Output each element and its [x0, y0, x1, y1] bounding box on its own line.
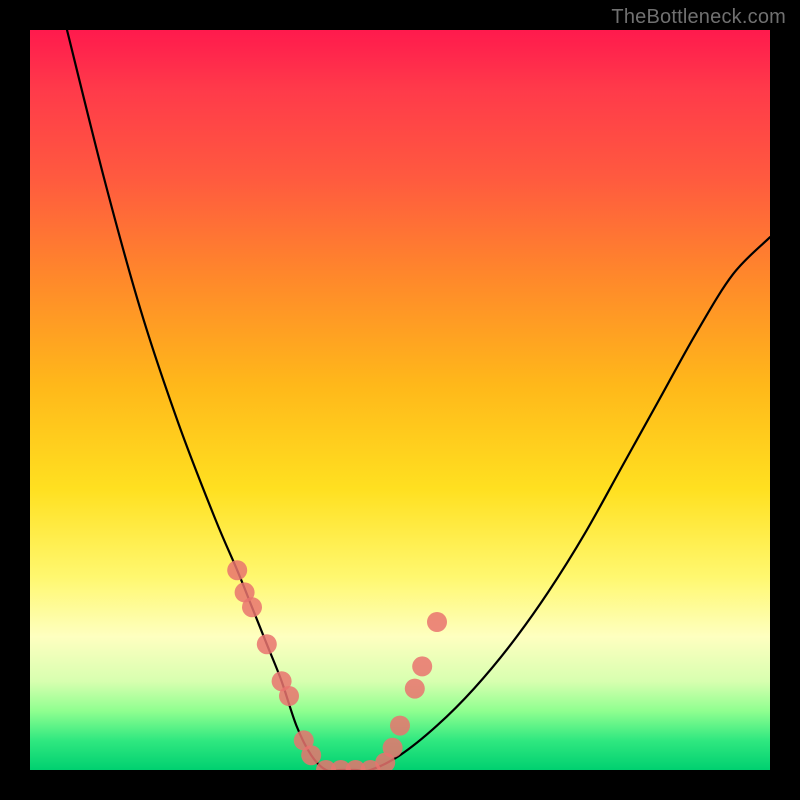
marker-dot — [279, 686, 299, 706]
marker-dot — [412, 656, 432, 676]
marker-dot — [383, 738, 403, 758]
watermark-text: TheBottleneck.com — [611, 6, 786, 29]
chart-svg — [30, 30, 770, 770]
marker-dot — [257, 634, 277, 654]
marker-dot — [405, 679, 425, 699]
chart-plot-area — [30, 30, 770, 770]
marker-dot — [427, 612, 447, 632]
highlight-markers — [227, 560, 447, 770]
marker-dot — [390, 716, 410, 736]
marker-dot — [301, 745, 321, 765]
marker-dot — [227, 560, 247, 580]
marker-dot — [242, 597, 262, 617]
